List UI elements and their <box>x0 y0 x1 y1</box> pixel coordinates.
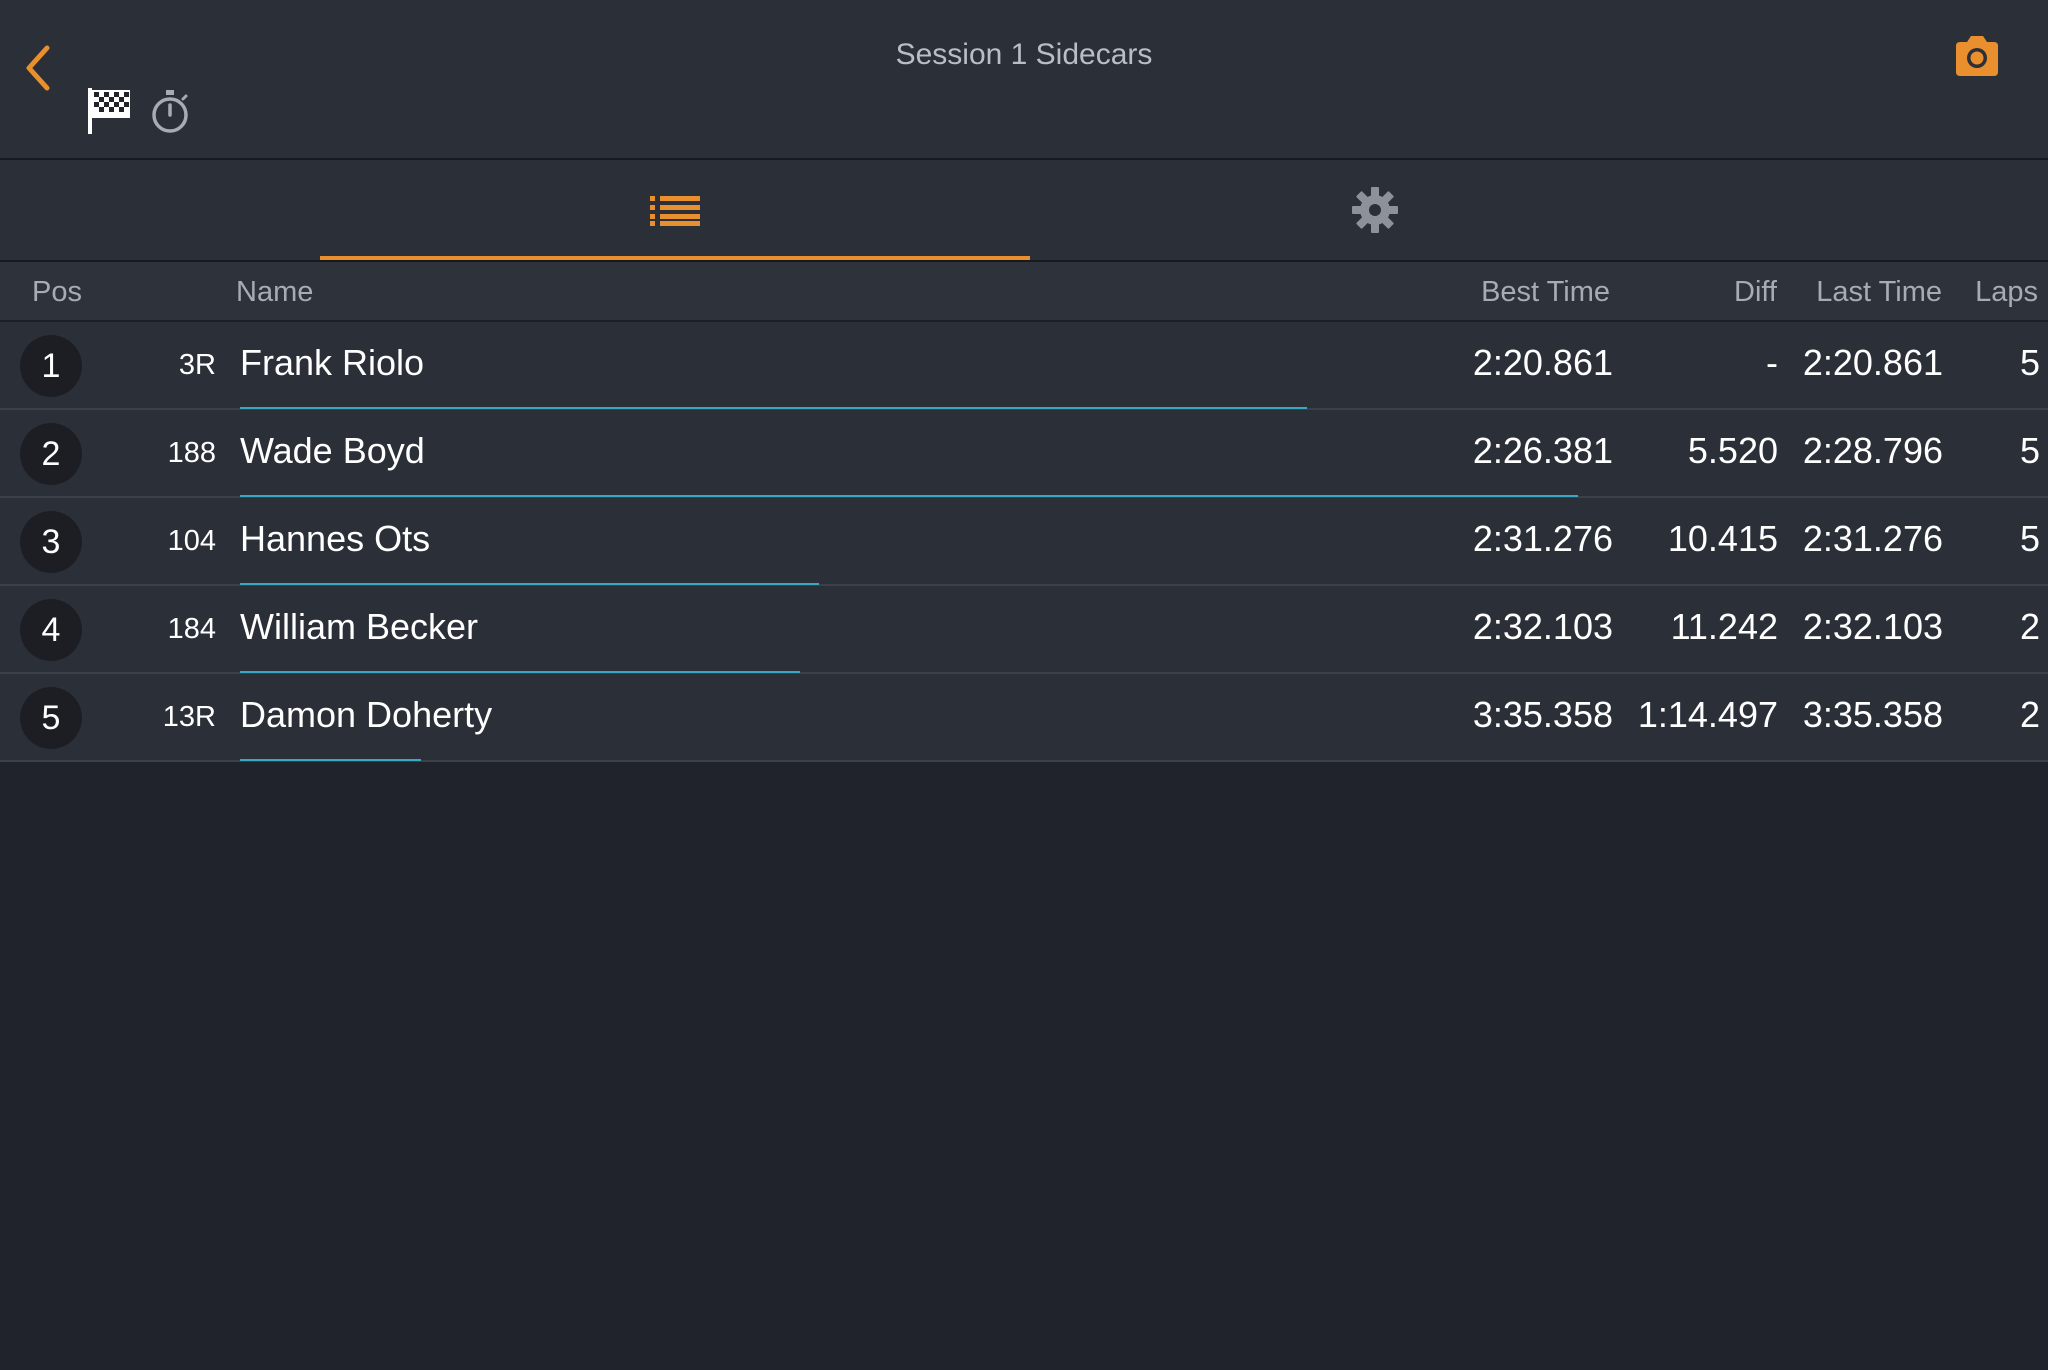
diff: 11.242 <box>1670 606 1778 647</box>
col-diff: Diff <box>1734 276 1777 308</box>
last-time: 2:31.276 <box>1802 518 1943 559</box>
table-header: Pos Name Best Time Diff Last Time Laps <box>0 262 2048 322</box>
page-title: Session 1 Sidecars <box>895 38 1153 71</box>
best-time: 3:35.358 <box>1472 694 1613 735</box>
last-time: 2:32.103 <box>1802 606 1943 647</box>
checkered-flag-icon <box>88 88 130 134</box>
table-row[interactable]: 1 3R Frank Riolo 2:20.861 - 2:20.861 5 <box>0 322 2048 410</box>
active-tab-indicator <box>320 256 1030 260</box>
results-table: 1 3R Frank Riolo 2:20.861 - 2:20.861 5 2… <box>0 322 2048 762</box>
position-badge: 3 <box>20 511 82 573</box>
last-time: 3:35.358 <box>1802 694 1943 735</box>
gear-icon <box>1352 187 1398 233</box>
list-icon <box>650 196 700 226</box>
position-badge: 4 <box>20 599 82 661</box>
col-last-time: Last Time <box>1816 276 1942 308</box>
competitor-number: 188 <box>167 437 216 469</box>
diff: 1:14.497 <box>1637 694 1778 735</box>
competitor-number: 13R <box>162 701 216 733</box>
laps: 2 <box>2019 694 2040 735</box>
laps: 5 <box>2019 430 2040 471</box>
camera-icon[interactable] <box>1952 34 2002 78</box>
best-time: 2:32.103 <box>1472 606 1613 647</box>
table-row[interactable]: 5 13R Damon Doherty 3:35.358 1:14.497 3:… <box>0 674 2048 762</box>
col-name: Name <box>236 276 314 308</box>
competitor-name: Damon Doherty <box>240 694 493 735</box>
lap-progress-bar <box>240 671 800 673</box>
competitor-name: Frank Riolo <box>240 342 425 383</box>
lap-progress-bar <box>240 407 1307 409</box>
table-row[interactable]: 2 188 Wade Boyd 2:26.381 5.520 2:28.796 … <box>0 410 2048 498</box>
laps: 2 <box>2019 606 2040 647</box>
col-best-time: Best Time <box>1481 276 1610 308</box>
best-time: 2:20.861 <box>1472 342 1613 383</box>
tab-bar <box>0 160 2048 262</box>
last-time: 2:20.861 <box>1802 342 1943 383</box>
best-time: 2:31.276 <box>1472 518 1613 559</box>
diff: 10.415 <box>1667 518 1778 559</box>
competitor-number: 3R <box>178 349 216 381</box>
tab-list[interactable] <box>320 160 1030 260</box>
position-badge: 2 <box>20 423 82 485</box>
laps: 5 <box>2019 342 2040 383</box>
col-laps: Laps <box>1975 276 2038 308</box>
competitor-name: Hannes Ots <box>240 518 431 559</box>
col-pos: Pos <box>32 276 82 308</box>
lap-progress-bar <box>240 759 421 761</box>
competitor-number: 184 <box>167 613 216 645</box>
stopwatch-icon[interactable] <box>148 88 192 136</box>
table-row[interactable]: 3 104 Hannes Ots 2:31.276 10.415 2:31.27… <box>0 498 2048 586</box>
last-time: 2:28.796 <box>1802 430 1943 471</box>
position-badge: 5 <box>20 687 82 749</box>
table-row[interactable]: 4 184 William Becker 2:32.103 11.242 2:3… <box>0 586 2048 674</box>
diff: 5.520 <box>1687 430 1778 471</box>
competitor-number: 104 <box>167 525 216 557</box>
competitor-name: William Becker <box>240 606 479 647</box>
lap-progress-bar <box>240 495 1578 497</box>
laps: 5 <box>2019 518 2040 559</box>
tab-settings[interactable] <box>1030 160 1720 260</box>
competitor-name: Wade Boyd <box>240 430 425 471</box>
lap-progress-bar <box>240 583 819 585</box>
best-time: 2:26.381 <box>1472 430 1613 471</box>
top-bar: Session 1 Sidecars <box>0 0 2048 160</box>
position-badge: 1 <box>20 335 82 397</box>
diff: - <box>1766 342 1778 383</box>
